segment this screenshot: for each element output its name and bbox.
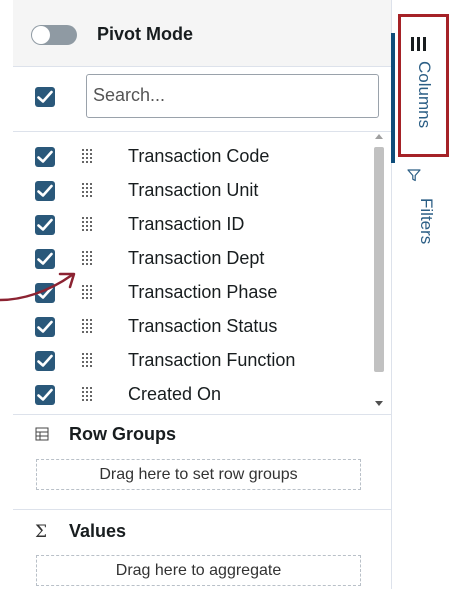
column-item-transaction-code[interactable]: Transaction Code: [13, 140, 373, 174]
row-groups-divider: [13, 414, 391, 415]
column-checkbox[interactable]: [35, 385, 55, 405]
scroll-down-arrow-icon[interactable]: [375, 401, 383, 406]
column-checkbox[interactable]: [35, 147, 55, 167]
toggle-knob: [32, 26, 50, 44]
drag-handle-icon[interactable]: [82, 149, 94, 163]
column-item-transaction-function[interactable]: Transaction Function: [13, 344, 373, 378]
column-item-created-on[interactable]: Created On: [13, 378, 373, 412]
pivot-mode-label: Pivot Mode: [97, 24, 194, 44]
row-groups-title: Row Groups: [69, 424, 176, 444]
sigma-icon: Σ: [35, 522, 48, 542]
tab-columns-label: Columns: [415, 61, 434, 129]
annotation-arrow-icon: [0, 272, 76, 302]
drag-handle-icon[interactable]: [82, 285, 94, 299]
checkmark-icon: [37, 388, 53, 401]
column-label: Transaction Status: [128, 316, 278, 336]
column-label: Transaction Phase: [128, 282, 278, 302]
row-groups-icon: [35, 427, 49, 441]
checkmark-icon: [37, 320, 53, 333]
pivot-mode-row: Pivot Mode: [13, 0, 391, 67]
filter-icon[interactable]: [407, 168, 421, 182]
checkmark-icon: [37, 150, 53, 163]
drag-handle-icon[interactable]: [82, 387, 94, 401]
search-input[interactable]: [87, 75, 363, 115]
column-checkbox[interactable]: [35, 351, 55, 371]
checkmark-icon: [37, 184, 53, 197]
select-all-checkbox[interactable]: [35, 87, 55, 107]
drag-handle-icon[interactable]: [82, 251, 94, 265]
scroll-up-arrow-icon[interactable]: [375, 134, 383, 139]
column-item-transaction-unit[interactable]: Transaction Unit: [13, 174, 373, 208]
checkmark-icon: [37, 252, 53, 265]
drag-handle-icon[interactable]: [82, 319, 94, 333]
drag-handle-icon[interactable]: [82, 217, 94, 231]
column-label: Transaction Function: [128, 350, 296, 370]
checkmark-icon: [37, 218, 53, 231]
column-label: Created On: [128, 384, 222, 404]
drag-handle-icon[interactable]: [82, 353, 94, 367]
list-top-divider: [13, 131, 391, 132]
column-checkbox[interactable]: [35, 215, 55, 235]
column-item-transaction-id[interactable]: Transaction ID: [13, 208, 373, 242]
column-label: Transaction Unit: [128, 180, 259, 200]
row-groups-dropzone[interactable]: Drag here to set row groups: [36, 459, 361, 490]
column-label: Transaction Dept: [128, 248, 265, 268]
column-checkbox[interactable]: [35, 317, 55, 337]
columns-icon: [411, 37, 427, 51]
checkmark-icon: [37, 90, 53, 103]
drag-handle-icon[interactable]: [82, 183, 94, 197]
column-item-transaction-status[interactable]: Transaction Status: [13, 310, 373, 344]
values-dropzone[interactable]: Drag here to aggregate: [36, 555, 361, 586]
column-list-scrollbar[interactable]: [372, 132, 386, 410]
pivot-mode-toggle[interactable]: [31, 25, 77, 45]
column-checkbox[interactable]: [35, 181, 55, 201]
column-label: Transaction Code: [128, 146, 270, 166]
tab-columns[interactable]: Columns: [398, 14, 449, 157]
active-tab-indicator: [391, 33, 395, 163]
search-field[interactable]: [86, 74, 379, 118]
values-title: Values: [69, 521, 127, 541]
column-label: Transaction ID: [128, 214, 245, 234]
values-divider: [13, 509, 391, 510]
tab-filters[interactable]: Filters: [416, 198, 436, 244]
scroll-thumb[interactable]: [374, 147, 384, 372]
checkmark-icon: [37, 354, 53, 367]
